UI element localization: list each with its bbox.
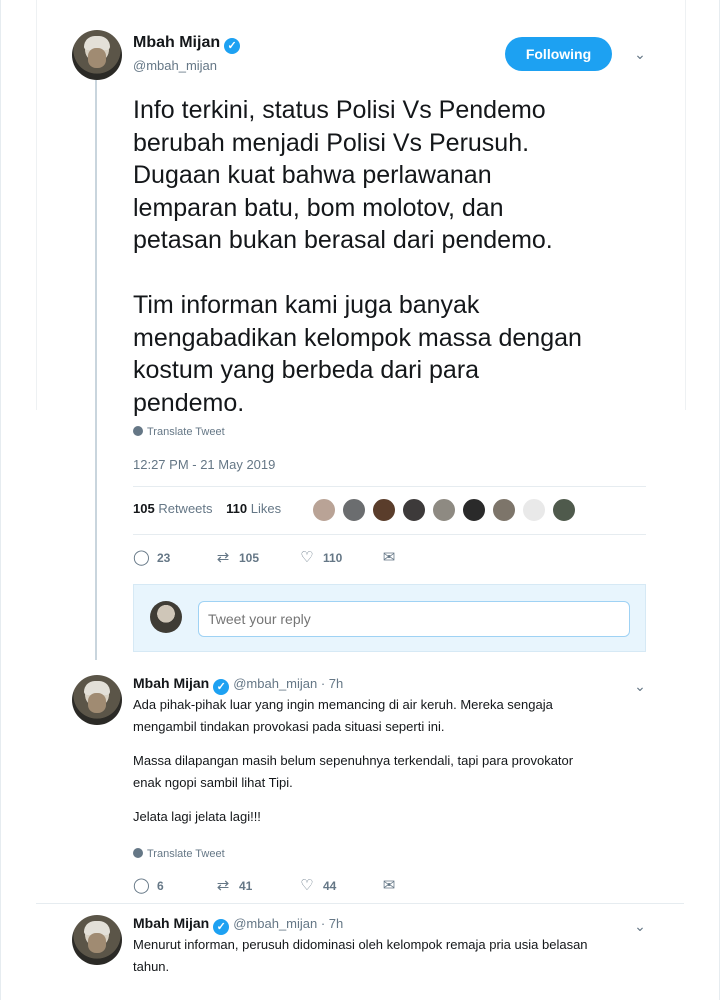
thread-connector-line (95, 80, 97, 660)
author-name[interactable]: Mbah Mijan ✓ (133, 34, 241, 54)
card-edge-right (685, 0, 686, 410)
card-edge-left (36, 0, 37, 410)
translate-tweet-link[interactable]: Translate Tweet (133, 848, 225, 860)
retweet-icon: ⇄ (216, 549, 230, 566)
reply-author-avatar[interactable] (72, 675, 122, 725)
tweet-timestamp[interactable]: 12:27 PM - 21 May 2019 (133, 457, 275, 472)
reply-author-name[interactable]: Mbah Mijan ✓ @mbah_mijan · 7h (133, 915, 343, 935)
reply-line: Ada pihak-pihak luar yang ingin memancin… (133, 697, 553, 712)
reply-button[interactable]: ◯ 6 (133, 877, 164, 895)
author-avatar[interactable] (72, 30, 122, 80)
liker-avatar[interactable] (312, 498, 336, 522)
retweet-button[interactable]: ⇄ 105 (215, 549, 259, 567)
reply-line: mengambil tindakan provokasi pada situas… (133, 719, 445, 734)
liker-avatar[interactable] (552, 498, 576, 522)
liker-avatar[interactable] (522, 498, 546, 522)
heart-icon: ♡ (300, 549, 314, 566)
reply-line: Menurut informan, perusuh didominasi ole… (133, 937, 588, 952)
reply-icon: ◯ (133, 877, 150, 894)
globe-icon (133, 848, 143, 858)
chevron-down-icon[interactable]: ⌄ (633, 919, 647, 933)
reply-input[interactable] (198, 601, 630, 637)
likes-stat[interactable]: 110 Likes (226, 501, 281, 516)
divider (133, 486, 646, 487)
retweet-button[interactable]: ⇄ 41 (215, 877, 253, 895)
heart-icon: ♡ (300, 877, 314, 894)
verified-badge-icon: ✓ (213, 919, 230, 935)
reply-text: Ada pihak-pihak luar yang ingin memancin… (133, 694, 643, 828)
chevron-down-icon[interactable]: ⌄ (633, 679, 647, 693)
reply-line: Massa dilapangan masih belum sepenuhnya … (133, 753, 574, 768)
retweets-stat[interactable]: 105 Retweets (133, 501, 213, 516)
reply-line: enak ngopi sambil lihat Tipi. (133, 775, 293, 790)
divider (133, 534, 646, 535)
liker-avatar[interactable] (492, 498, 516, 522)
envelope-icon: ✉ (382, 877, 396, 894)
liker-avatar[interactable] (432, 498, 456, 522)
author-handle[interactable]: @mbah_mijan (133, 58, 217, 73)
liker-avatar[interactable] (342, 498, 366, 522)
translate-tweet-link[interactable]: Translate Tweet (133, 426, 225, 438)
reply-line (133, 794, 643, 806)
user-avatar (150, 601, 182, 633)
following-button[interactable]: Following (505, 37, 612, 71)
globe-icon (133, 426, 143, 436)
retweet-icon: ⇄ (216, 877, 230, 894)
reply-line: Jelata lagi jelata lagi!!! (133, 809, 261, 824)
liker-avatar[interactable] (372, 498, 396, 522)
divider (36, 903, 684, 904)
tweet-stats: 105 Retweets 110 Likes (133, 501, 281, 516)
reply-icon: ◯ (133, 549, 150, 566)
verified-badge-icon: ✓ (224, 38, 241, 54)
liker-avatar[interactable] (402, 498, 426, 522)
reply-text: Menurut informan, perusuh didominasi ole… (133, 934, 643, 978)
like-button[interactable]: ♡ 44 (299, 877, 336, 895)
reply-line: tahun. (133, 959, 170, 974)
dm-button[interactable]: ✉ (381, 877, 405, 895)
liker-avatar[interactable] (462, 498, 486, 522)
dm-button[interactable]: ✉ (381, 549, 405, 567)
chevron-down-icon[interactable]: ⌄ (633, 47, 647, 61)
reply-button[interactable]: ◯ 23 (133, 549, 170, 567)
like-button[interactable]: ♡ 110 (299, 549, 342, 567)
reply-author-name[interactable]: Mbah Mijan ✓ @mbah_mijan · 7h (133, 675, 343, 695)
reply-author-avatar[interactable] (72, 915, 122, 965)
envelope-icon: ✉ (382, 549, 396, 566)
tweet-text: Info terkini, status Polisi Vs Pendemo b… (133, 96, 582, 417)
verified-badge-icon: ✓ (213, 679, 230, 695)
reply-line (133, 738, 643, 750)
